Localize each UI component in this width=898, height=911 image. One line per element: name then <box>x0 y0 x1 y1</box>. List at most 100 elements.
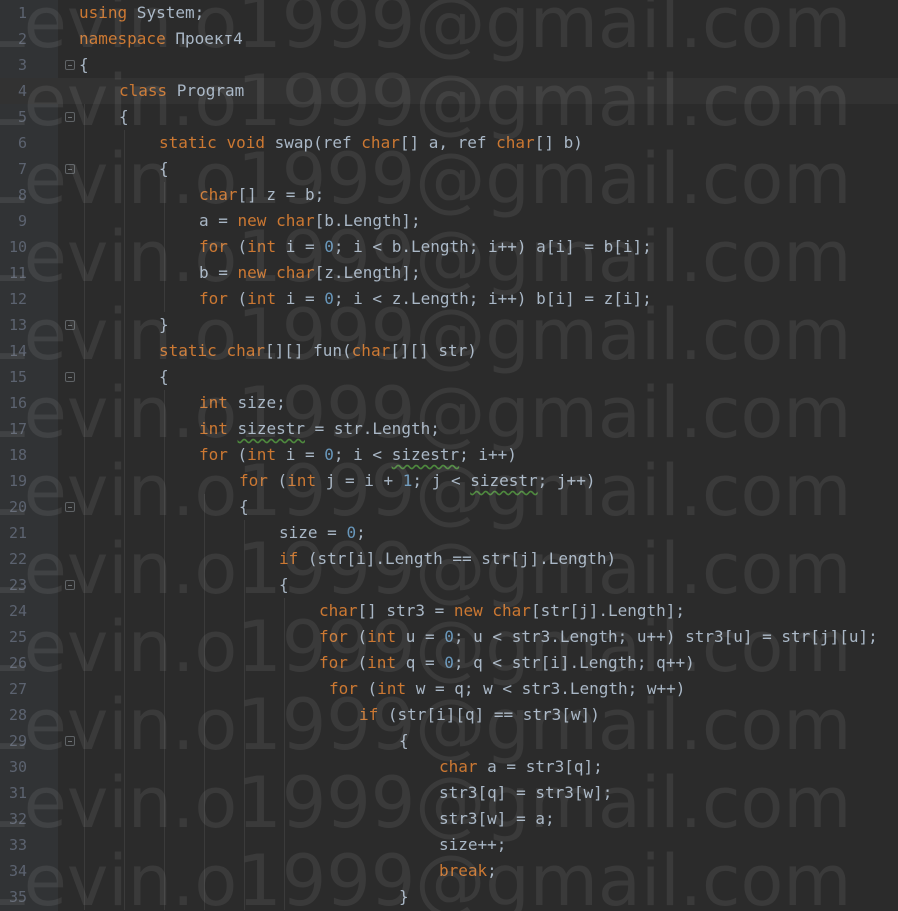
code-line[interactable]: 35} <box>0 884 898 910</box>
fold-marker-icon[interactable] <box>65 112 75 122</box>
code-text: size = 0; <box>279 520 366 546</box>
code-text: for (int i = 0; i < sizestr; i++) <box>199 442 517 468</box>
code-line[interactable]: 25 for (int u = 0; u < str3.Length; u++) … <box>0 624 898 650</box>
code-text: if (str[i].Length == str[j].Length) <box>279 546 616 572</box>
fold-marker-icon[interactable] <box>65 736 75 746</box>
code-editor[interactable]: 1 using System; 2 namespace Проект4 3{4 class… <box>0 0 898 911</box>
code-token: [] str3 = <box>357 601 454 620</box>
code-token: int <box>247 445 277 464</box>
code-line[interactable]: 27 for (int w = q; w < str3.Length; w++) <box>0 676 898 702</box>
code-token: Проект4 <box>165 29 243 48</box>
code-token: char <box>226 341 265 360</box>
code-line[interactable]: 14 static char[][] fun(char[][] str) <box>0 338 898 364</box>
code-line[interactable]: 16 int size; <box>0 390 898 416</box>
code-line[interactable]: 19 for (int j = i + 1; j < sizestr; j++) <box>0 468 898 494</box>
code-text: char[] z = b; <box>199 182 324 208</box>
line-number: 34 <box>8 862 27 880</box>
code-token: [str[j].Length]; <box>530 601 686 620</box>
code-line[interactable]: 15 { <box>0 364 898 390</box>
code-line[interactable]: 9 a = new char[b.Length]; <box>0 208 898 234</box>
code-token: 0 <box>444 627 454 646</box>
code-line[interactable]: 26 for (int q = 0; q < str[i].Length; q++… <box>0 650 898 676</box>
code-line[interactable]: 21 size = 0; <box>0 520 898 546</box>
fold-marker-icon[interactable] <box>65 502 75 512</box>
code-line[interactable]: 11 b = new char[z.Length]; <box>0 260 898 286</box>
code-token: sizestr <box>237 419 305 438</box>
code-line[interactable]: 18 for (int i = 0; i < sizestr; i++) <box>0 442 898 468</box>
code-line[interactable]: 34 break; <box>0 858 898 884</box>
code-token: char <box>319 601 358 620</box>
code-token: ; i < z.Length; i++) b[i] = z[i]; <box>333 289 652 308</box>
fold-marker-icon[interactable] <box>65 580 75 590</box>
fold-marker-icon[interactable] <box>65 60 75 70</box>
code-token: sizestr <box>391 445 460 464</box>
code-token: i = <box>276 289 325 308</box>
code-token: char <box>276 263 315 282</box>
code-line[interactable]: 2 namespace Проект4 <box>0 26 898 52</box>
line-number: 17 <box>8 420 27 438</box>
code-token: for <box>329 679 358 698</box>
line-number: 21 <box>8 524 27 542</box>
line-number: 27 <box>8 680 27 698</box>
code-line[interactable]: 5{ <box>0 104 898 130</box>
code-token: { <box>159 367 169 386</box>
code-line[interactable]: 22 if (str[i].Length == str[j].Length) <box>0 546 898 572</box>
code-line[interactable]: 24 char[] str3 = new char[str[j].Length]; <box>0 598 898 624</box>
code-token: char <box>276 211 315 230</box>
code-token: [] a, ref <box>399 133 497 152</box>
code-token: { <box>119 107 129 126</box>
code-text: static void swap(ref char[] a, ref char[… <box>159 130 583 156</box>
code-token: new <box>237 211 267 230</box>
code-token: q = <box>396 653 445 672</box>
code-line[interactable]: 17 int sizestr = str.Length; <box>0 416 898 442</box>
code-line[interactable]: 1 using System; <box>0 0 898 26</box>
code-line[interactable]: 28 if (str[i][q] == str3[w]) <box>0 702 898 728</box>
code-text: } <box>159 312 169 338</box>
code-text: static char[][] fun(char[][] str) <box>159 338 477 364</box>
line-number: 30 <box>8 758 27 776</box>
code-line[interactable]: 33 size++; <box>0 832 898 858</box>
code-token: ( <box>227 445 248 464</box>
code-line[interactable]: 20 { <box>0 494 898 520</box>
code-text: str3[w] = a; <box>439 806 555 832</box>
fold-marker-icon[interactable] <box>65 372 75 382</box>
line-number: 31 <box>8 784 27 802</box>
line-number: 23 <box>8 576 27 594</box>
line-number: 28 <box>8 706 27 724</box>
code-line[interactable]: 31 str3[q] = str3[w]; <box>0 780 898 806</box>
code-token: ; i < <box>333 445 392 464</box>
code-line[interactable]: 12 for (int i = 0; i < z.Length; i++) b[i… <box>0 286 898 312</box>
code-line[interactable]: 7{ <box>0 156 898 182</box>
code-line[interactable]: 13} <box>0 312 898 338</box>
line-number: 11 <box>8 264 27 282</box>
code-line[interactable]: 10 for (int i = 0; i < b.Length; i++) a[i… <box>0 234 898 260</box>
code-token: static <box>159 341 217 360</box>
code-token: sizestr <box>470 471 538 490</box>
code-text: char[] str3 = new char[str[j].Length]; <box>319 598 685 624</box>
code-line[interactable]: 23 { <box>0 572 898 598</box>
code-token: [][] fun( <box>264 341 352 360</box>
fold-marker-icon[interactable] <box>65 320 75 330</box>
code-line[interactable]: 30 char a = str3[q]; <box>0 754 898 780</box>
code-line[interactable]: 6 static void swap(ref char[] a, ref char… <box>0 130 898 156</box>
code-line[interactable]: 29 { <box>0 728 898 754</box>
code-token: int <box>199 393 228 412</box>
line-number: 3 <box>17 56 27 74</box>
code-line[interactable]: 4 class Program <box>0 78 898 104</box>
code-text: for (int q = 0; q < str[i].Length; q++) <box>319 650 695 676</box>
line-number: 16 <box>8 394 27 412</box>
fold-marker-icon[interactable] <box>65 164 75 174</box>
code-text: char a = str3[q]; <box>439 754 603 780</box>
code-line[interactable]: 3{ <box>0 52 898 78</box>
code-text: for (int i = 0; i < b.Length; i++) a[i] … <box>199 234 652 260</box>
code-line[interactable]: 32 str3[w] = a; <box>0 806 898 832</box>
line-number: 12 <box>8 290 27 308</box>
code-token: if <box>279 549 299 568</box>
line-number: 20 <box>8 498 27 516</box>
code-text: namespace Проект4 <box>79 26 243 52</box>
code-token: ; i < b.Length; i++) a[i] = b[i]; <box>333 237 652 256</box>
code-line[interactable]: 8 char[] z = b; <box>0 182 898 208</box>
code-token: for <box>199 237 228 256</box>
